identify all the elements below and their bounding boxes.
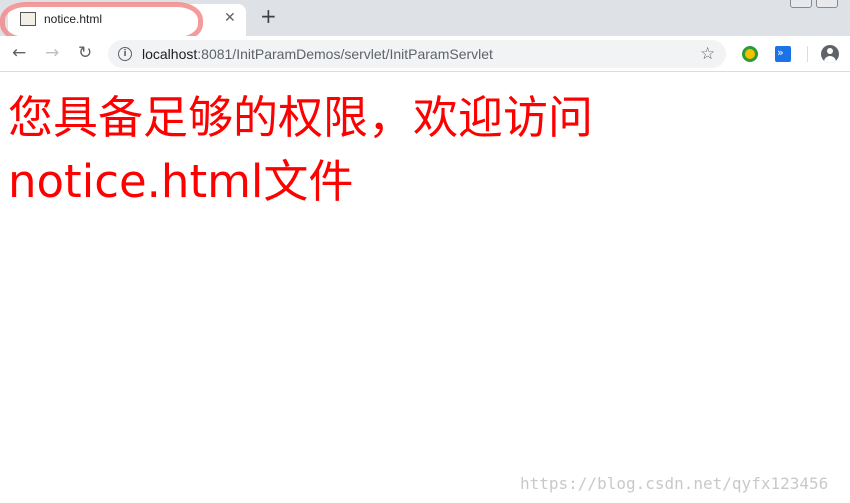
address-bar[interactable]: i localhost:8081/InitParamDemos/servlet/… [108, 40, 726, 68]
browser-toolbar: ← → ↻ i localhost:8081/InitParamDemos/se… [0, 36, 850, 72]
watermark: https://blog.csdn.net/qyfx123456 [520, 474, 829, 493]
info-icon[interactable]: i [118, 47, 132, 61]
minimize-button[interactable] [790, 0, 812, 8]
tab-strip: notice.html ✕ + [0, 0, 850, 36]
url-text[interactable]: localhost:8081/InitParamDemos/servlet/In… [142, 46, 493, 62]
extension-icon-2[interactable]: » [775, 46, 791, 62]
page-thumbnail-icon [20, 12, 36, 26]
forward-arrow-icon[interactable]: → [45, 44, 59, 62]
bookmark-star-icon[interactable]: ☆ [700, 44, 715, 64]
restore-button[interactable] [816, 0, 838, 8]
page-content: 您具备足够的权限，欢迎访问notice.html文件 [8, 86, 848, 214]
url-host: localhost [142, 46, 198, 62]
toolbar-divider [807, 46, 808, 62]
close-icon[interactable]: ✕ [224, 10, 236, 26]
new-tab-button[interactable]: + [260, 6, 277, 26]
window-controls [790, 0, 840, 10]
back-arrow-icon[interactable]: ← [12, 44, 26, 62]
profile-avatar-icon[interactable] [821, 45, 839, 63]
reload-icon[interactable]: ↻ [78, 44, 92, 62]
url-path: :8081/InitParamDemos/servlet/InitParamSe… [197, 46, 493, 62]
welcome-message: 您具备足够的权限，欢迎访问notice.html文件 [8, 91, 594, 208]
extension-icon[interactable] [742, 46, 758, 62]
tab-notice[interactable]: notice.html ✕ [8, 4, 246, 36]
tab-title: notice.html [44, 12, 103, 26]
